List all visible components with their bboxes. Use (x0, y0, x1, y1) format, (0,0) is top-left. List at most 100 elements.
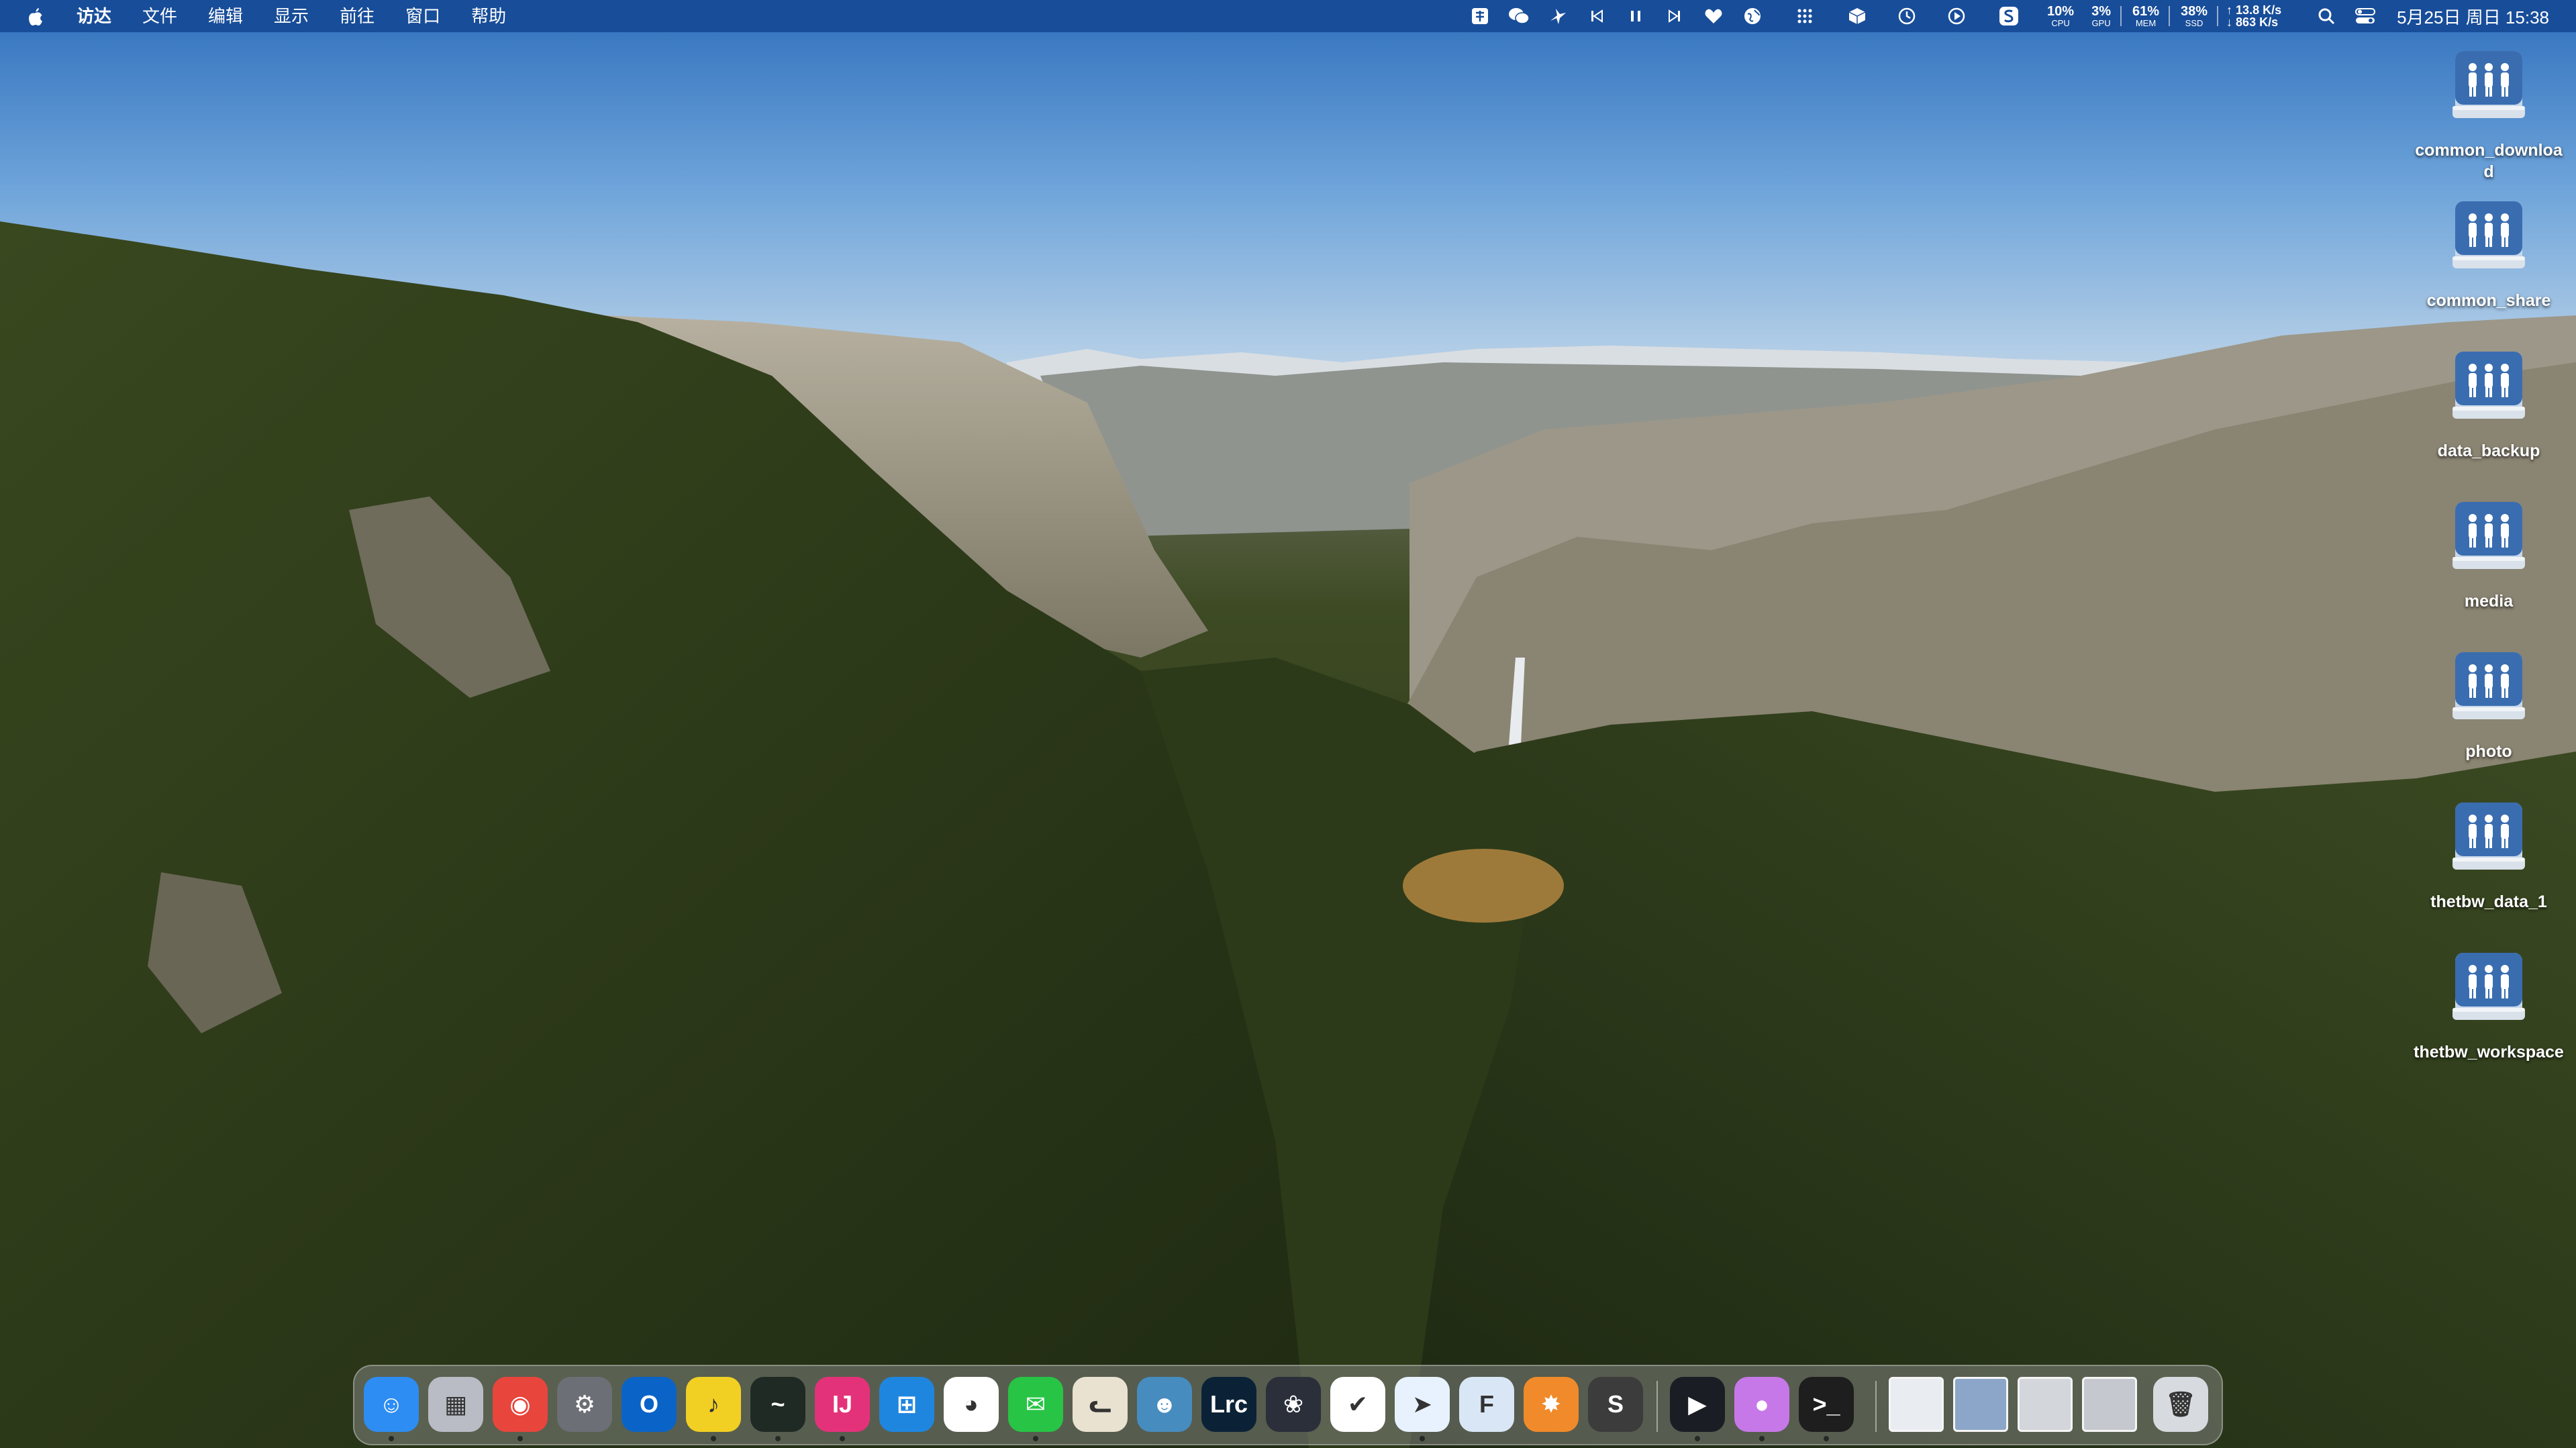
dock-qq-icon[interactable]: ◕ (944, 1377, 999, 1432)
dock-outlook-icon[interactable]: O (622, 1377, 677, 1432)
gpu-value: 3% (2091, 4, 2111, 19)
dock-running-indicator (840, 1436, 845, 1441)
time-machine-icon[interactable] (1895, 5, 1918, 28)
dock-launchpad-icon[interactable]: ▦ (428, 1377, 483, 1432)
gpu-label: GPU (2091, 18, 2111, 28)
dock-cat-app-icon[interactable]: ᓚ (1073, 1377, 1128, 1432)
dock-system-settings-icon[interactable]: ⚙ (557, 1377, 612, 1432)
mem-label: MEM (2135, 18, 2157, 28)
cpu-value: 10% (2047, 4, 2075, 19)
network-drive-icon (2448, 648, 2529, 727)
net-download: ↓ 863 K/s (2226, 15, 2279, 29)
dock-running-indicator (1824, 1436, 1829, 1441)
cpu-label: CPU (2051, 18, 2070, 28)
dock-document-stack-1-icon[interactable] (1889, 1377, 1944, 1432)
menu-edit[interactable]: 编辑 (208, 0, 243, 32)
apple-menu-icon[interactable] (26, 5, 46, 28)
desktop-drive-label: thetbw_data_1 (2430, 892, 2547, 911)
ssd-label: SSD (2185, 18, 2203, 28)
globe-icon[interactable] (1741, 5, 1764, 28)
desktop-drive-thetbw-data-1[interactable]: thetbw_data_1 (2395, 798, 2576, 913)
dock-document-stack-2-icon[interactable] (1953, 1377, 2008, 1432)
dock-tasks-icon[interactable]: ✔ (1330, 1377, 1385, 1432)
menu-window[interactable]: 窗口 (405, 0, 440, 32)
divider (2169, 6, 2171, 26)
desktop-drive-label: data_backup (2437, 442, 2540, 460)
network-drive-icon (2448, 949, 2529, 1028)
dock-running-indicator (711, 1436, 716, 1441)
dock-terminal-icon[interactable]: >_ (1799, 1377, 1854, 1432)
menu-file[interactable]: 文件 (142, 0, 177, 32)
dock-running-indicator (1695, 1436, 1700, 1441)
menu-clock[interactable]: 5月25日 周日 15:38 (2397, 4, 2549, 29)
dock-wechat-icon[interactable]: ✉ (1008, 1377, 1063, 1432)
wallpaper (0, 0, 2576, 1448)
desktop-drive-label: common_share (2426, 291, 2551, 310)
network-drive-icon (2448, 348, 2529, 427)
dock-lightroom-classic-icon[interactable]: Lrc (1201, 1377, 1256, 1432)
dock-divider (1656, 1381, 1658, 1432)
network-speed[interactable]: ↑ 13.8 K/s ↓ 863 K/s (2226, 4, 2281, 28)
dock-activity-monitor-icon[interactable]: ~ (750, 1377, 805, 1432)
ssd-value: 38% (2181, 4, 2208, 19)
next-track-icon[interactable] (1663, 5, 1686, 28)
cube-icon[interactable] (1846, 5, 1869, 28)
dock-godot-icon[interactable]: ☻ (1137, 1377, 1192, 1432)
divider (2217, 6, 2219, 26)
desktop-drive-data-backup[interactable]: data_backup (2395, 348, 2576, 462)
desktop-drive-label: thetbw_workspace (2414, 1043, 2564, 1062)
dock-sublime-merge-icon[interactable]: ✸ (1524, 1377, 1579, 1432)
search-icon[interactable] (2315, 5, 2338, 28)
network-drive-icon (2448, 197, 2529, 276)
dock-divider (1875, 1381, 1877, 1432)
dock-feishu-icon[interactable]: ➤ (1395, 1377, 1450, 1432)
wechat-icon[interactable] (1507, 5, 1530, 28)
dock-file-app-icon[interactable]: F (1459, 1377, 1514, 1432)
menu-help[interactable]: 帮助 (471, 0, 506, 32)
input-method-icon[interactable] (1469, 5, 1491, 28)
bird-icon[interactable] (1546, 5, 1569, 28)
cpu-stat[interactable]: 10% CPU (2047, 5, 2074, 28)
desktop-drive-media[interactable]: media (2395, 498, 2576, 612)
dock-running-indicator (1420, 1436, 1425, 1441)
grid-icon[interactable] (1793, 5, 1816, 28)
dock-windows-app-icon[interactable]: ⊞ (879, 1377, 934, 1432)
dock-trash-icon[interactable]: 🗑 (2153, 1377, 2208, 1432)
dock-finder-icon[interactable]: ☺ (364, 1377, 419, 1432)
desktop-drive-photo[interactable]: photo (2395, 648, 2576, 762)
dock-running-indicator (389, 1436, 394, 1441)
pause-icon[interactable] (1624, 5, 1647, 28)
dock-running-indicator (1033, 1436, 1038, 1441)
menu-app-name[interactable]: 访达 (77, 0, 111, 32)
desktop-drive-label: media (2464, 592, 2514, 611)
gpu-stat[interactable]: 3% GPU (2091, 5, 2111, 28)
dock-sublime-text-icon[interactable]: S (1588, 1377, 1643, 1432)
network-drive-icon (2448, 498, 2529, 577)
desktop-drive-label: photo (2465, 742, 2512, 761)
dock-davinci-resolve-icon[interactable]: ❀ (1266, 1377, 1321, 1432)
mem-stat[interactable]: 61% MEM (2132, 5, 2159, 28)
dock-intellij-idea-icon[interactable]: IJ (815, 1377, 870, 1432)
dock-shortcuts-icon[interactable]: ● (1734, 1377, 1789, 1432)
control-center-icon[interactable] (2354, 5, 2377, 28)
menu-bar: 访达 文件 编辑 显示 前往 窗口 帮助 10% CPU 3% GPU 61% … (0, 0, 2576, 32)
desktop-drive-thetbw-workspace[interactable]: thetbw_workspace (2395, 949, 2576, 1063)
dock-chrome-icon[interactable]: ◉ (493, 1377, 548, 1432)
dock-screenshot-stack-1-icon[interactable] (2018, 1377, 2073, 1432)
previous-track-icon[interactable] (1585, 5, 1608, 28)
play-circle-icon[interactable] (1945, 5, 1968, 28)
heart-icon[interactable] (1702, 5, 1725, 28)
network-drive-icon (2448, 47, 2529, 126)
divider (2120, 6, 2122, 26)
desktop[interactable]: 访达 文件 编辑 显示 前往 窗口 帮助 10% CPU 3% GPU 61% … (0, 0, 2576, 1448)
dock-infuse-icon[interactable]: ▶ (1670, 1377, 1725, 1432)
dock-qq-music-icon[interactable]: ♪ (686, 1377, 741, 1432)
ssd-stat[interactable]: 38% SSD (2181, 5, 2208, 28)
menu-go[interactable]: 前往 (340, 0, 375, 32)
desktop-drive-common-download[interactable]: common_download (2395, 47, 2576, 183)
menu-view[interactable]: 显示 (274, 0, 309, 32)
desktop-drive-common-share[interactable]: common_share (2395, 197, 2576, 311)
s-app-icon[interactable] (1997, 5, 2020, 28)
dock-running-indicator (775, 1436, 781, 1441)
dock-screenshot-stack-2-icon[interactable] (2082, 1377, 2137, 1432)
